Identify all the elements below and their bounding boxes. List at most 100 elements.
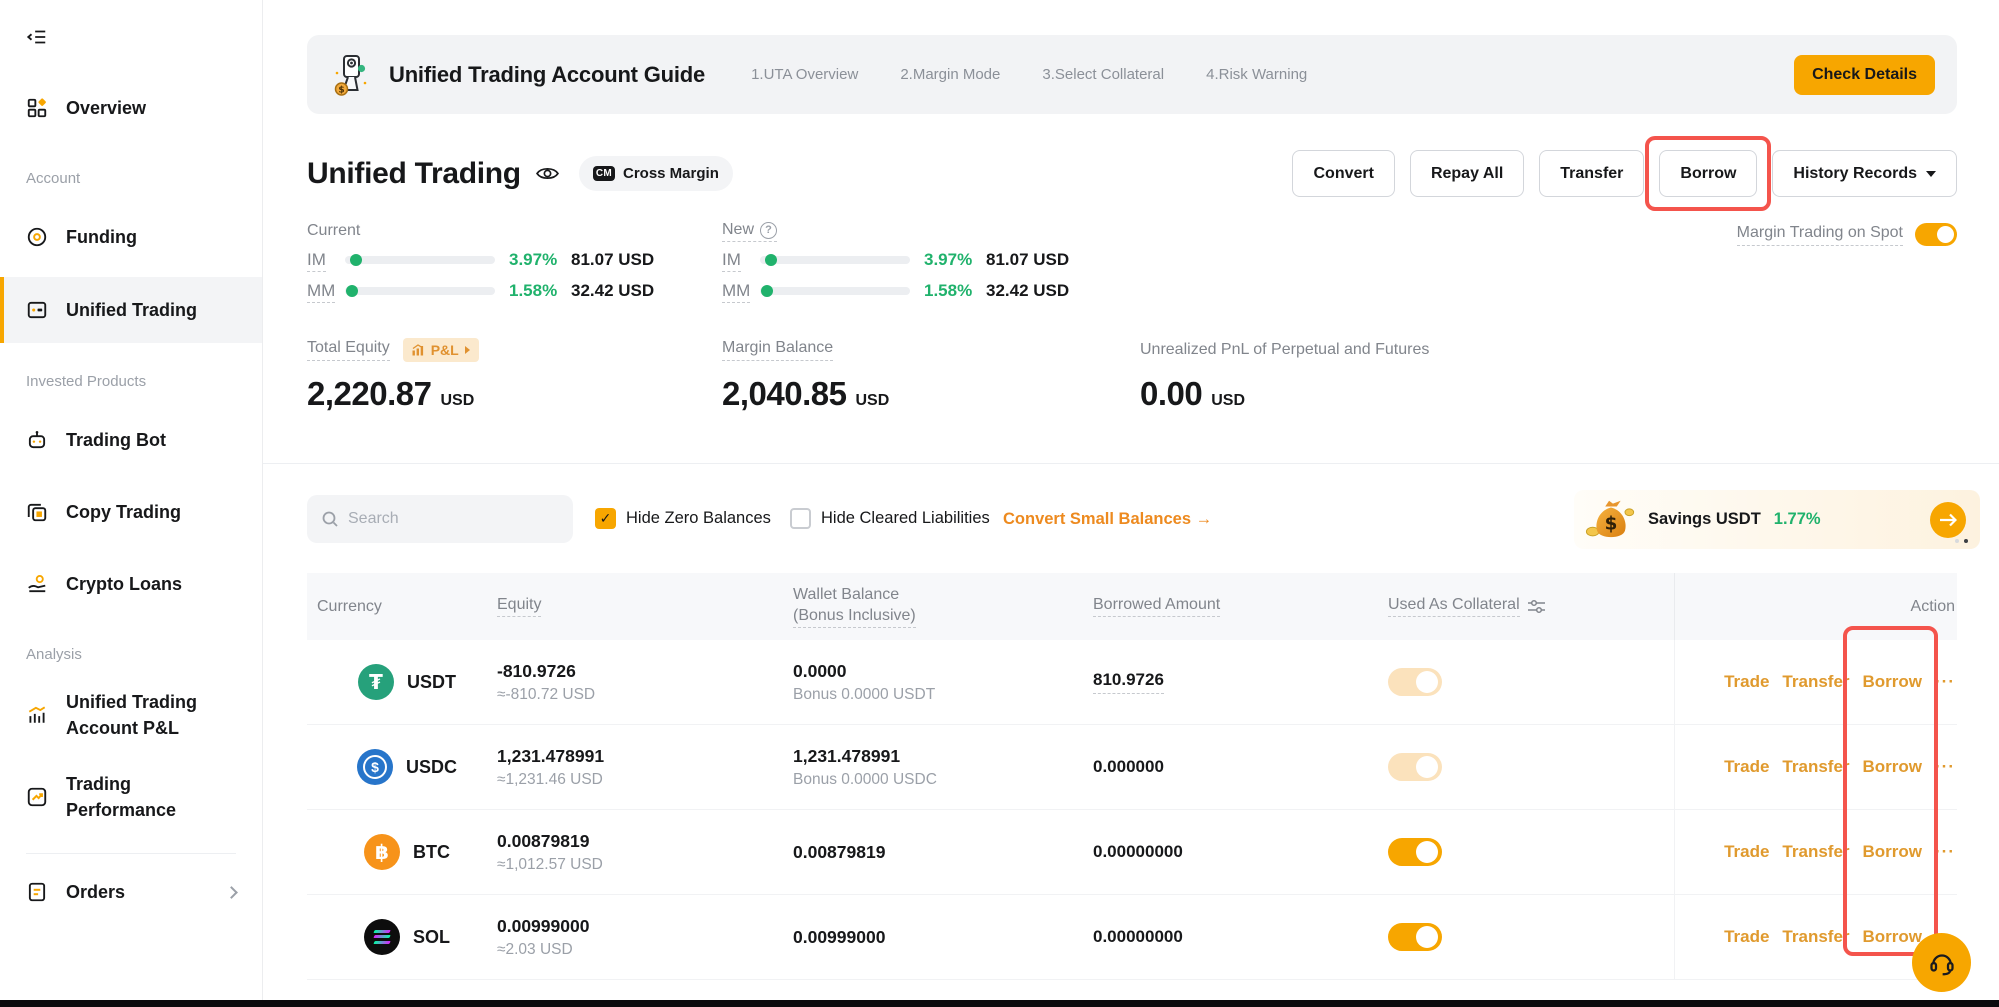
check-details-button[interactable]: Check Details: [1794, 55, 1935, 95]
margin-balance-stat: Margin Balance 2,040.85 USD: [722, 339, 889, 413]
guide-step-4[interactable]: 4.Risk Warning: [1206, 66, 1307, 83]
equity-usd: ≈-810.72 USD: [497, 686, 595, 704]
collateral-cell: [1388, 923, 1674, 951]
guide-step-2[interactable]: 2.Margin Mode: [900, 66, 1000, 83]
history-records-button[interactable]: History Records: [1772, 150, 1957, 197]
currency-cell: ฿BTC: [307, 834, 497, 870]
support-headset-button[interactable]: [1912, 933, 1971, 992]
wallet-bonus: Bonus 0.0000 USDT: [793, 686, 935, 704]
wallet-cell: 1,231.478991Bonus 0.0000 USDC: [793, 746, 1093, 789]
margin-mode-badge[interactable]: CM Cross Margin: [579, 156, 733, 191]
filter-sliders-icon[interactable]: [1528, 599, 1545, 614]
convert-small-balances-link[interactable]: Convert Small Balances →: [1003, 510, 1212, 529]
collateral-cell: [1388, 668, 1674, 696]
header-buttons: Convert Repay All Transfer Borrow Histor…: [1292, 150, 1957, 197]
column-used-as-collateral[interactable]: Used As Collateral: [1388, 596, 1674, 617]
sidebar-item-label: Trading Performance: [66, 771, 176, 823]
sidebar-item-orders[interactable]: Orders: [0, 870, 262, 914]
savings-arrow-button[interactable]: [1930, 502, 1966, 538]
usdc-coin-icon: $: [357, 749, 393, 785]
sidebar-item-crypto-loans[interactable]: Crypto Loans: [0, 562, 262, 606]
more-actions-button[interactable]: ···: [1935, 757, 1955, 777]
action-transfer[interactable]: Transfer: [1782, 672, 1849, 692]
equity-usd: ≈1,231.46 USD: [497, 771, 603, 789]
hide-zero-balances-checkbox[interactable]: Hide Zero Balances: [595, 508, 771, 529]
sidebar-item-unified-trading[interactable]: Unified Trading: [0, 277, 262, 343]
action-trade[interactable]: Trade: [1724, 672, 1769, 692]
collateral-cell: [1388, 838, 1674, 866]
column-wallet-balance[interactable]: Wallet Balance (Bonus Inclusive): [793, 586, 1093, 628]
equity-cell: 0.00999000≈2.03 USD: [497, 916, 793, 959]
sol-coin-icon: [364, 919, 400, 955]
currency-name: SOL: [413, 927, 450, 948]
im-value: 81.07 USD: [986, 250, 1069, 270]
cross-margin-icon: CM: [593, 166, 615, 181]
checkbox-checked-icon: [595, 508, 616, 529]
action-borrow[interactable]: Borrow: [1863, 757, 1923, 777]
equity-stats: Total Equity P&L 2,220.87 USD Margin Bal…: [307, 339, 1957, 419]
usdc-ring: $: [363, 755, 387, 779]
sidebar-item-uta-pnl[interactable]: Unified Trading Account P&L: [0, 685, 262, 745]
guide-step-1[interactable]: 1.UTA Overview: [751, 66, 858, 83]
sidebar-collapse-icon[interactable]: [26, 26, 52, 52]
hide-cleared-liabilities-checkbox[interactable]: Hide Cleared Liabilities: [790, 508, 990, 529]
column-currency: Currency: [307, 598, 497, 616]
margin-spot-toggle[interactable]: [1915, 223, 1957, 246]
more-actions-button[interactable]: ···: [1935, 672, 1955, 692]
borrowed-cell: 0.000000: [1093, 757, 1388, 777]
coin-glyph: ฿: [375, 842, 389, 862]
currency-name: USDT: [407, 672, 456, 693]
collateral-toggle[interactable]: [1388, 838, 1442, 866]
collateral-toggle[interactable]: [1388, 923, 1442, 951]
mm-value: 32.42 USD: [986, 281, 1069, 301]
collateral-cell: [1388, 753, 1674, 781]
repay-all-button[interactable]: Repay All: [1410, 150, 1524, 197]
margin-spot-label: Margin Trading on Spot: [1737, 224, 1903, 246]
chevron-right-icon: [225, 886, 238, 899]
carousel-dots: [1955, 539, 1968, 543]
action-borrow[interactable]: Borrow: [1863, 842, 1923, 862]
action-transfer[interactable]: Transfer: [1782, 927, 1849, 947]
pnl-badge[interactable]: P&L: [403, 338, 479, 362]
action-trade[interactable]: Trade: [1724, 842, 1769, 862]
action-borrow[interactable]: Borrow: [1863, 927, 1923, 947]
sidebar-item-copy-trading[interactable]: Copy Trading: [0, 490, 262, 534]
trading-bot-icon: [26, 429, 48, 451]
action-borrow[interactable]: Borrow: [1863, 672, 1923, 692]
im-value: 81.07 USD: [571, 250, 654, 270]
sidebar-item-trading-performance[interactable]: Trading Performance: [0, 767, 262, 827]
savings-banner[interactable]: $ Savings USDT 1.77%: [1574, 490, 1980, 549]
im-percent: 3.97%: [924, 250, 986, 270]
arrow-right-icon: [465, 346, 470, 354]
action-transfer[interactable]: Transfer: [1782, 757, 1849, 777]
sidebar-item-trading-bot[interactable]: Trading Bot: [0, 418, 262, 462]
unified-trading-icon: [26, 299, 48, 321]
search-input[interactable]: [348, 510, 559, 528]
usd-suffix: USD: [1211, 392, 1245, 410]
sidebar-item-overview[interactable]: Overview: [0, 86, 262, 130]
sidebar-item-label: Unified Trading: [66, 297, 197, 323]
collateral-toggle[interactable]: [1388, 753, 1442, 781]
current-label: Current: [307, 221, 360, 241]
sidebar-item-funding[interactable]: Funding: [0, 215, 262, 259]
more-actions-button[interactable]: ···: [1935, 842, 1955, 862]
mm-percent: 1.58%: [509, 281, 571, 301]
account-header: Unified Trading CM Cross Margin Convert …: [307, 150, 1957, 197]
column-equity[interactable]: Equity: [497, 596, 793, 617]
question-icon[interactable]: [760, 222, 777, 239]
uta-guide-banner: $ Unified Trading Account Guide 1.UTA Ov…: [307, 35, 1957, 114]
action-transfer[interactable]: Transfer: [1782, 842, 1849, 862]
guide-step-3[interactable]: 3.Select Collateral: [1042, 66, 1164, 83]
action-trade[interactable]: Trade: [1724, 757, 1769, 777]
column-borrowed-amount[interactable]: Borrowed Amount: [1093, 596, 1388, 617]
action-trade[interactable]: Trade: [1724, 927, 1769, 947]
convert-button[interactable]: Convert: [1292, 150, 1394, 197]
borrow-button[interactable]: Borrow: [1659, 150, 1757, 197]
collateral-toggle[interactable]: [1388, 668, 1442, 696]
crypto-loans-icon: [26, 573, 48, 595]
search-icon: [321, 510, 339, 528]
transfer-button[interactable]: Transfer: [1539, 150, 1644, 197]
wallet-cell: 0.00999000: [793, 927, 1093, 948]
eye-icon[interactable]: [536, 165, 559, 182]
risk-new-group: New IM 3.97% 81.07 USD MM 1.58% 32.42 US…: [722, 221, 1069, 304]
